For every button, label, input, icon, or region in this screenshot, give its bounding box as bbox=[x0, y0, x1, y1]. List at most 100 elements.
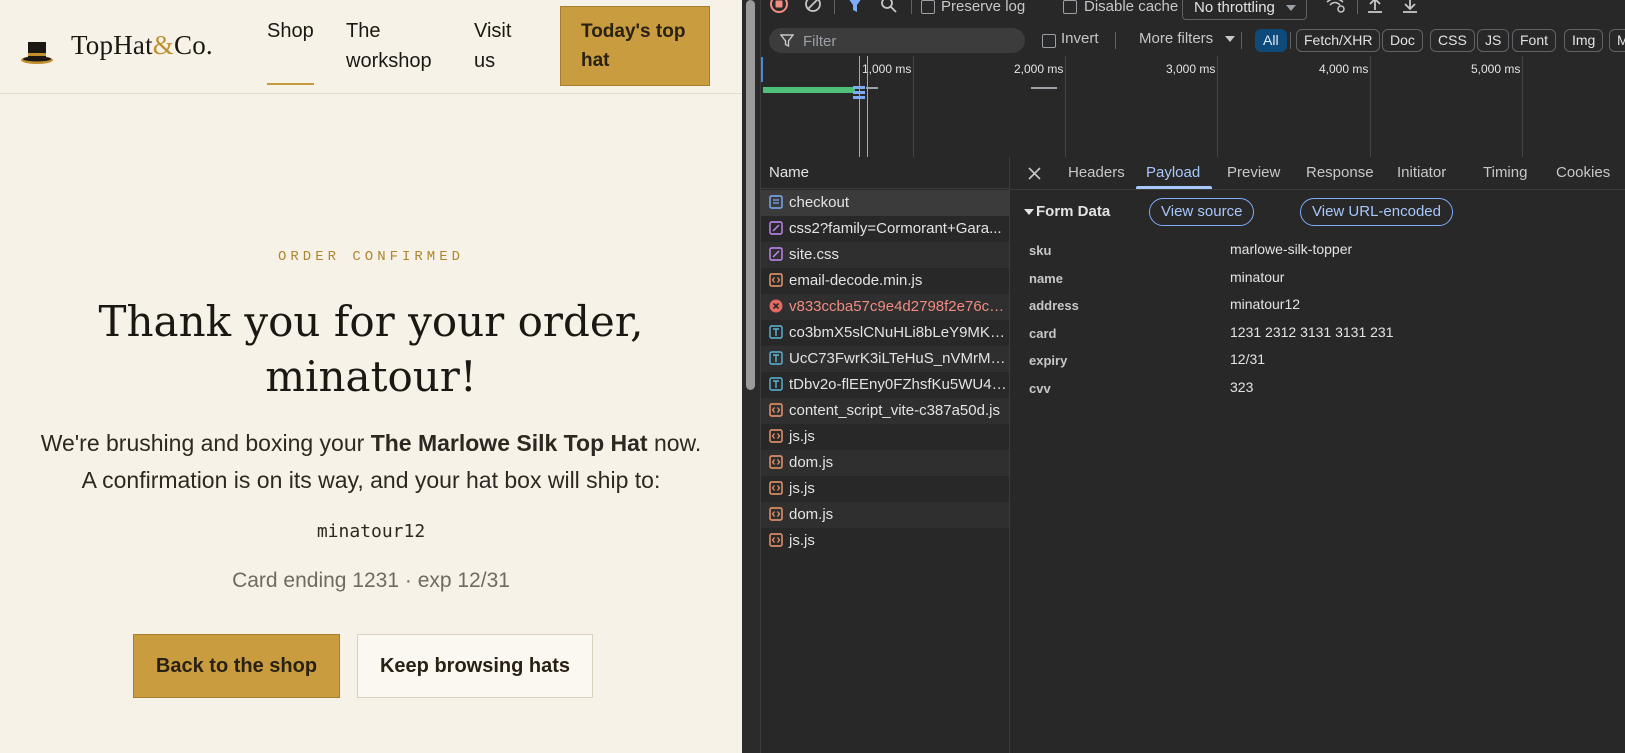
filter-box[interactable] bbox=[769, 28, 1025, 53]
export-har-icon[interactable] bbox=[1401, 0, 1419, 14]
brand-logo[interactable]: TopHat&Co. bbox=[71, 30, 213, 61]
brushing-message: We're brushing and boxing your The Marlo… bbox=[0, 430, 742, 457]
request-row[interactable]: js.js bbox=[761, 528, 1009, 554]
tab-payload[interactable]: Payload bbox=[1146, 157, 1200, 189]
back-to-shop-button[interactable]: Back to the shop bbox=[133, 634, 340, 698]
request-row[interactable]: js.js bbox=[761, 476, 1009, 502]
form-data-title[interactable]: Form Data bbox=[1036, 203, 1110, 220]
site-page: TopHat&Co. Shop The workshop Visit us To… bbox=[0, 0, 742, 753]
request-name: UcC73FwrK3iLTeHuS_nVMrMx... bbox=[789, 350, 1009, 367]
product-name: The Marlowe Silk Top Hat bbox=[370, 430, 648, 456]
tab-initiator[interactable]: Initiator bbox=[1397, 157, 1446, 189]
script-icon bbox=[769, 481, 783, 495]
tab-response[interactable]: Response bbox=[1306, 157, 1374, 189]
toolbar-divider bbox=[834, 0, 835, 14]
stylesheet-icon bbox=[769, 221, 783, 235]
view-source-button[interactable]: View source bbox=[1149, 198, 1255, 226]
page-scrollbar-thumb[interactable] bbox=[746, 0, 755, 390]
timeline-gridline bbox=[1370, 56, 1371, 157]
toolbar-divider bbox=[1115, 32, 1116, 49]
nav-shop[interactable]: Shop bbox=[267, 16, 314, 46]
disclosure-triangle-icon[interactable] bbox=[1024, 209, 1034, 215]
script-icon bbox=[769, 403, 783, 417]
filter-input[interactable] bbox=[801, 30, 1015, 52]
disable-cache-checkbox[interactable] bbox=[1063, 0, 1077, 14]
type-filter-media[interactable]: Me bbox=[1609, 29, 1625, 52]
network-toolbar: Preserve log Disable cache No throttling bbox=[761, 0, 1625, 26]
request-row[interactable]: js.js bbox=[761, 424, 1009, 450]
brand-suffix: Co. bbox=[174, 30, 213, 60]
type-filter-fetch-xhr[interactable]: Fetch/XHR bbox=[1296, 29, 1381, 52]
filter-toolbar: Invert More filters All Fetch/XHR Doc CS… bbox=[761, 25, 1625, 57]
close-icon[interactable] bbox=[1028, 167, 1041, 180]
name-column-header[interactable]: Name bbox=[761, 157, 1009, 189]
type-filter-all[interactable]: All bbox=[1255, 29, 1287, 52]
timeline-tick: 1,000 ms bbox=[862, 62, 912, 76]
form-field-value: minatour12 bbox=[1230, 296, 1301, 312]
preserve-log-label: Preserve log bbox=[941, 0, 1026, 15]
request-name: content_script_vite-c387a50d.js bbox=[789, 402, 1000, 419]
timeline-tick: 4,000 ms bbox=[1319, 62, 1369, 76]
document-icon bbox=[769, 195, 783, 209]
request-row[interactable]: dom.js bbox=[761, 502, 1009, 528]
preserve-log-checkbox[interactable] bbox=[921, 0, 935, 14]
shipping-message: A confirmation is on its way, and your h… bbox=[81, 467, 661, 493]
tab-preview[interactable]: Preview bbox=[1227, 157, 1280, 189]
request-row[interactable]: dom.js bbox=[761, 450, 1009, 476]
request-row[interactable]: UcC73FwrK3iLTeHuS_nVMrMx... bbox=[761, 346, 1009, 372]
view-url-encoded-button[interactable]: View URL-encoded bbox=[1300, 198, 1453, 226]
type-filter-doc[interactable]: Doc bbox=[1382, 29, 1423, 52]
request-row[interactable]: site.css bbox=[761, 242, 1009, 268]
stylesheet-icon bbox=[769, 247, 783, 261]
record-stop-icon[interactable] bbox=[770, 0, 788, 14]
request-name: dom.js bbox=[789, 506, 834, 523]
script-icon bbox=[769, 455, 783, 469]
request-row[interactable]: checkout bbox=[761, 190, 1009, 216]
filter-funnel-icon[interactable] bbox=[847, 0, 863, 14]
request-row[interactable]: content_script_vite-c387a50d.js bbox=[761, 398, 1009, 424]
network-overview-timeline[interactable]: 1,000 ms 2,000 ms 3,000 ms 4,000 ms 5,00… bbox=[761, 56, 1625, 158]
request-row[interactable]: css2?family=Cormorant+Gara... bbox=[761, 216, 1009, 242]
type-filter-font[interactable]: Font bbox=[1512, 29, 1557, 52]
throttling-select[interactable]: No throttling bbox=[1182, 0, 1307, 20]
type-filter-css[interactable]: CSS bbox=[1430, 29, 1475, 52]
script-icon bbox=[769, 533, 783, 547]
timeline-request-bar bbox=[763, 87, 855, 93]
filter-funnel-icon bbox=[780, 34, 794, 47]
nav-visit-us[interactable]: Visit us bbox=[474, 16, 534, 76]
site-header: TopHat&Co. Shop The workshop Visit us To… bbox=[0, 0, 742, 94]
nav-the-workshop[interactable]: The workshop bbox=[346, 16, 446, 76]
clear-icon[interactable] bbox=[804, 0, 822, 14]
tab-cookies[interactable]: Cookies bbox=[1556, 157, 1610, 189]
network-conditions-icon[interactable] bbox=[1326, 0, 1346, 14]
type-filter-img[interactable]: Img bbox=[1564, 29, 1604, 52]
toolbar-divider bbox=[1357, 0, 1358, 14]
script-icon bbox=[769, 429, 783, 443]
request-name: tDbv2o-flEEny0FZhsfKu5WU4z... bbox=[789, 376, 1009, 393]
text-icon bbox=[769, 351, 783, 365]
request-row[interactable]: v833ccba57c9e4d2798f2e76ce... bbox=[761, 294, 1009, 320]
search-icon[interactable] bbox=[881, 0, 897, 14]
more-filters-dropdown[interactable]: More filters bbox=[1139, 30, 1236, 47]
card-summary: Card ending 1231 · exp 12/31 bbox=[232, 569, 510, 592]
invert-checkbox[interactable] bbox=[1042, 34, 1056, 48]
page-scrollbar[interactable] bbox=[742, 0, 760, 753]
load-event-marker bbox=[867, 56, 868, 157]
todays-top-hat-button[interactable]: Today's top hat bbox=[560, 6, 710, 86]
nav-active-underline bbox=[267, 83, 314, 85]
keep-browsing-button[interactable]: Keep browsing hats bbox=[357, 634, 593, 698]
request-row[interactable]: email-decode.min.js bbox=[761, 268, 1009, 294]
form-field-value: marlowe-silk-topper bbox=[1230, 241, 1353, 257]
tab-headers[interactable]: Headers bbox=[1068, 157, 1125, 189]
top-hat-logo-icon bbox=[21, 42, 53, 64]
request-row[interactable]: co3bmX5slCNuHLi8bLeY9MK7... bbox=[761, 320, 1009, 346]
more-filters-label: More filters bbox=[1139, 30, 1214, 47]
type-filter-js[interactable]: JS bbox=[1477, 29, 1510, 52]
timeline-range-handle[interactable] bbox=[761, 57, 763, 82]
form-field-value: minatour bbox=[1230, 269, 1285, 285]
timeline-gridline bbox=[1217, 56, 1218, 157]
tab-timing[interactable]: Timing bbox=[1483, 157, 1527, 189]
import-har-icon[interactable] bbox=[1366, 0, 1384, 14]
request-row[interactable]: tDbv2o-flEEny0FZhsfKu5WU4z... bbox=[761, 372, 1009, 398]
timeline-request-bar bbox=[1031, 87, 1057, 89]
